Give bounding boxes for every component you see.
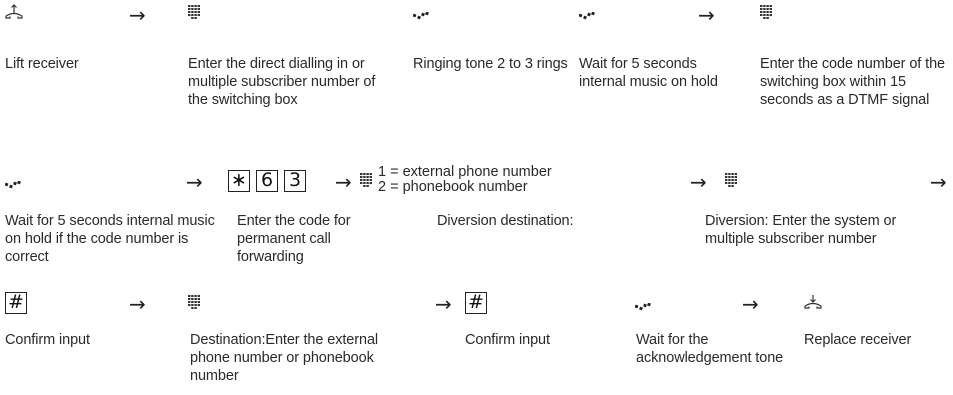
step-enter-code-call-forwarding: Enter the code for permanent call forwar… [237,213,351,265]
keypad-icon [360,173,372,187]
ringing-tone-icon [5,181,21,189]
step-wait-music: Wait for 5 seconds internal music on hol… [579,56,718,90]
arrow-icon: → [129,292,146,316]
keypad-icon [760,5,772,19]
keypad-icon [188,5,200,19]
hash-key-icon: # [5,292,27,314]
step-wait-acknowledgement: Wait for the acknowledgement tone [636,332,784,366]
star-key-icon: ∗ [228,170,250,192]
arrow-icon: → [930,170,947,194]
arrow-icon: → [186,170,203,194]
step-ringing-tone: Ringing tone 2 to 3 rings [413,56,568,72]
replace-receiver-icon [804,294,822,310]
hash-key-icon: # [465,292,487,314]
arrow-icon: → [435,292,452,316]
step-confirm-input: Confirm input [465,332,550,348]
arrow-icon: → [698,3,715,27]
arrow-icon: → [335,170,352,194]
step-replace-receiver: Replace receiver [804,332,912,348]
ringing-tone-icon [635,303,651,311]
arrow-icon: → [742,292,759,316]
arrow-icon: → [690,170,707,194]
keypad-icon [188,295,200,309]
key-3: 3 [284,170,306,192]
option-external-phone-number: 1 = external phone number [378,164,552,180]
key-6: 6 [256,170,278,192]
ringing-tone-icon [579,12,595,20]
step-enter-code-number: Enter the code number of the switching b… [760,56,946,108]
ringing-tone-icon [413,12,429,20]
step-enter-direct-dialling: Enter the direct dialling in or multiple… [188,56,376,108]
step-wait-if-code-correct: Wait for 5 seconds internal music on hol… [5,213,215,265]
step-diversion-enter-number: Diversion: Enter the system or multiple … [705,213,897,247]
keypad-icon [725,173,737,187]
option-phonebook-number: 2 = phonebook number [378,179,528,195]
step-lift-receiver: Lift receiver [5,56,79,72]
arrow-icon: → [129,3,146,27]
step-diversion-destination: Diversion destination: [437,213,574,229]
step-enter-destination: Destination:Enter the external phone num… [190,332,379,384]
step-confirm-input: Confirm input [5,332,90,348]
lift-receiver-icon [5,4,23,20]
